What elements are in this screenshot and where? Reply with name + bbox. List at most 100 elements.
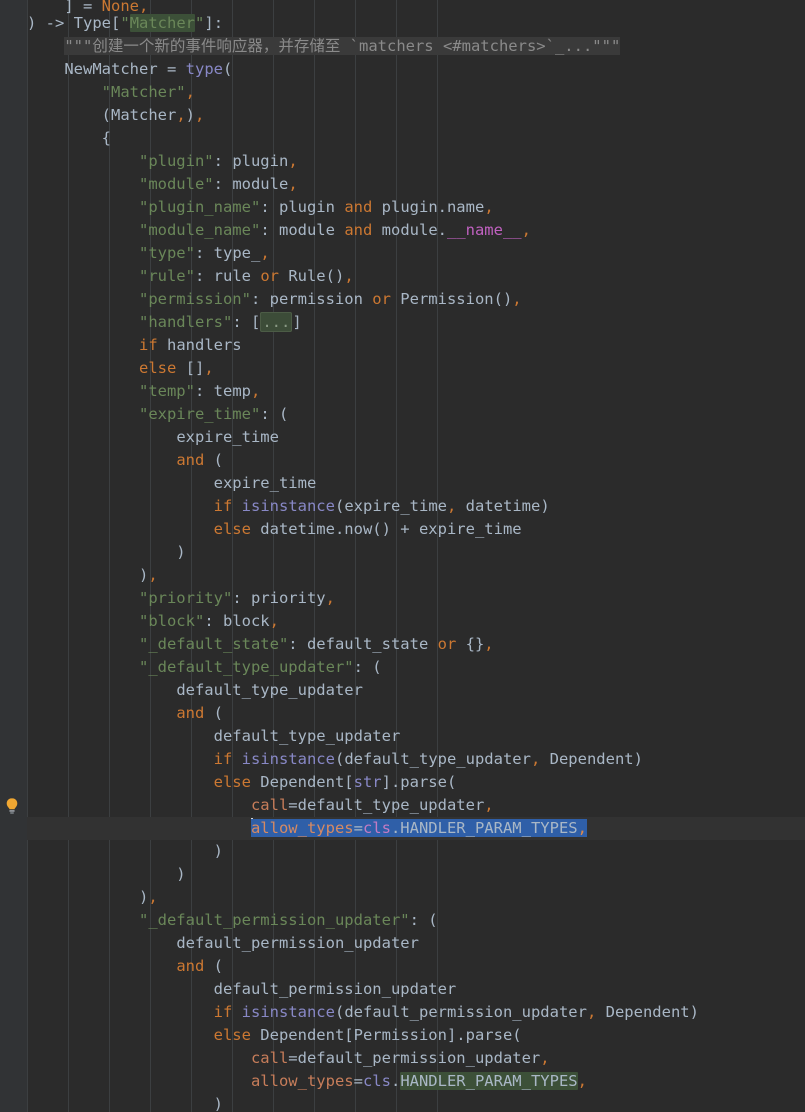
code-editor[interactable]: ] = None,) -> Type["Matcher"]: """创建一个新的… — [0, 0, 805, 1112]
code-line[interactable]: and ( — [0, 955, 805, 978]
folded-region[interactable]: ... — [260, 312, 293, 332]
code-line[interactable]: "_default_permission_updater": ( — [0, 909, 805, 932]
code-token: expire_time — [213, 474, 317, 492]
code-line[interactable]: expire_time — [0, 426, 805, 449]
code-line[interactable]: default_permission_updater — [0, 978, 805, 1001]
code-line[interactable]: allow_types=cls.HANDLER_PARAM_TYPES, — [0, 1070, 805, 1093]
code-line[interactable]: "handlers": [...] — [0, 311, 805, 334]
code-line[interactable]: "priority": priority, — [0, 587, 805, 610]
code-token: default_type_updater — [344, 750, 531, 768]
code-line[interactable]: "_default_state": default_state or {}, — [0, 633, 805, 656]
code-line[interactable]: if isinstance(default_type_updater, Depe… — [0, 748, 805, 771]
code-token: rule — [213, 267, 251, 285]
code-line[interactable]: call=default_permission_updater, — [0, 1047, 805, 1070]
code-line[interactable]: if isinstance(expire_time, datetime) — [0, 495, 805, 518]
code-line[interactable]: default_permission_updater — [0, 932, 805, 955]
code-token: ) — [185, 106, 196, 124]
code-token: Type — [73, 14, 111, 32]
code-token: type_ — [213, 244, 261, 262]
code-token: [ — [111, 14, 121, 32]
code-token: , — [325, 589, 335, 607]
folded-docstring[interactable]: """创建一个新的事件响应器，并存储至 `matchers <#matchers… — [64, 37, 621, 55]
code-token: ( — [204, 451, 223, 469]
code-token: isinstance — [241, 497, 335, 515]
code-token: else — [213, 520, 251, 538]
code-token: , — [530, 750, 541, 768]
code-token: : — [260, 221, 279, 239]
intention-bulb-icon[interactable] — [2, 796, 22, 816]
code-line[interactable]: ), — [0, 564, 805, 587]
code-token: , — [185, 83, 195, 101]
code-line[interactable]: "type": type_, — [0, 242, 805, 265]
code-line[interactable]: ) — [0, 840, 805, 863]
code-line[interactable]: (Matcher,), — [0, 104, 805, 127]
code-token: : — [250, 290, 270, 308]
code-line[interactable]: ) — [0, 863, 805, 886]
code-line[interactable]: ), — [0, 886, 805, 909]
code-line[interactable]: if handlers — [0, 334, 805, 357]
code-token: and — [334, 221, 382, 239]
code-line[interactable]: "module_name": module and module.__name_… — [0, 219, 805, 242]
code-token: or — [250, 267, 289, 285]
code-line[interactable]: "_default_type_updater": ( — [0, 656, 805, 679]
code-token: isinstance — [241, 750, 335, 768]
code-token: expire_time — [344, 497, 447, 515]
code-line[interactable]: """创建一个新的事件响应器，并存储至 `matchers <#matchers… — [0, 35, 805, 58]
code-line[interactable]: "Matcher", — [0, 81, 805, 104]
code-token: ) — [27, 566, 149, 584]
code-token: temp — [213, 382, 251, 400]
code-line[interactable]: "expire_time": ( — [0, 403, 805, 426]
code-token: or — [362, 290, 401, 308]
code-token: ) — [689, 1003, 699, 1021]
code-line[interactable]: else Dependent[Permission].parse( — [0, 1024, 805, 1047]
code-token: "rule" — [138, 267, 195, 285]
code-line[interactable]: "rule": rule or Rule(), — [0, 265, 805, 288]
code-token: ].parse — [446, 1026, 513, 1044]
code-token: priority — [250, 589, 326, 607]
code-line[interactable]: ) — [0, 1093, 805, 1112]
code-line[interactable]: { — [0, 127, 805, 150]
code-line[interactable]: and ( — [0, 449, 805, 472]
code-line[interactable]: ) -> Type["Matcher"]: — [0, 12, 805, 35]
code-line[interactable]: "plugin": plugin, — [0, 150, 805, 173]
code-token: , — [344, 267, 354, 285]
code-line[interactable]: ) — [0, 541, 805, 564]
code-line[interactable]: else [], — [0, 357, 805, 380]
code-line[interactable]: call=default_type_updater, — [0, 794, 805, 817]
code-token: and — [176, 957, 205, 975]
code-token: "block" — [138, 612, 205, 630]
code-line[interactable]: and ( — [0, 702, 805, 725]
code-token: , — [204, 359, 214, 377]
code-token: "temp" — [138, 382, 195, 400]
code-line[interactable]: allow_types=cls.HANDLER_PARAM_TYPES, — [0, 817, 805, 840]
code-line[interactable]: default_type_updater — [0, 725, 805, 748]
code-token: [ — [344, 1026, 354, 1044]
code-line[interactable]: expire_time — [0, 472, 805, 495]
code-line[interactable]: else datetime.now() + expire_time — [0, 518, 805, 541]
code-token: , — [260, 244, 270, 262]
code-line[interactable]: "permission": permission or Permission()… — [0, 288, 805, 311]
code-line[interactable]: "temp": temp, — [0, 380, 805, 403]
code-token: ) — [27, 1095, 223, 1112]
code-token: : — [204, 612, 223, 630]
code-token: default_permission_updater — [213, 980, 457, 998]
code-line[interactable]: "plugin_name": plugin and plugin.name, — [0, 196, 805, 219]
code-content[interactable]: ] = None,) -> Type["Matcher"]: """创建一个新的… — [0, 0, 805, 1112]
code-token: " — [195, 14, 205, 32]
selected-text[interactable]: allow_types=cls.HANDLER_PARAM_TYPES, — [250, 819, 587, 837]
code-line[interactable]: else Dependent[str].parse( — [0, 771, 805, 794]
code-token: "_default_type_updater" — [138, 658, 354, 676]
code-line[interactable]: NewMatcher = type( — [0, 58, 805, 81]
code-line[interactable]: "module": module, — [0, 173, 805, 196]
code-line[interactable]: "block": block, — [0, 610, 805, 633]
code-line[interactable]: if isinstance(default_permission_updater… — [0, 1001, 805, 1024]
code-token: block — [222, 612, 270, 630]
code-line[interactable]: default_type_updater — [0, 679, 805, 702]
